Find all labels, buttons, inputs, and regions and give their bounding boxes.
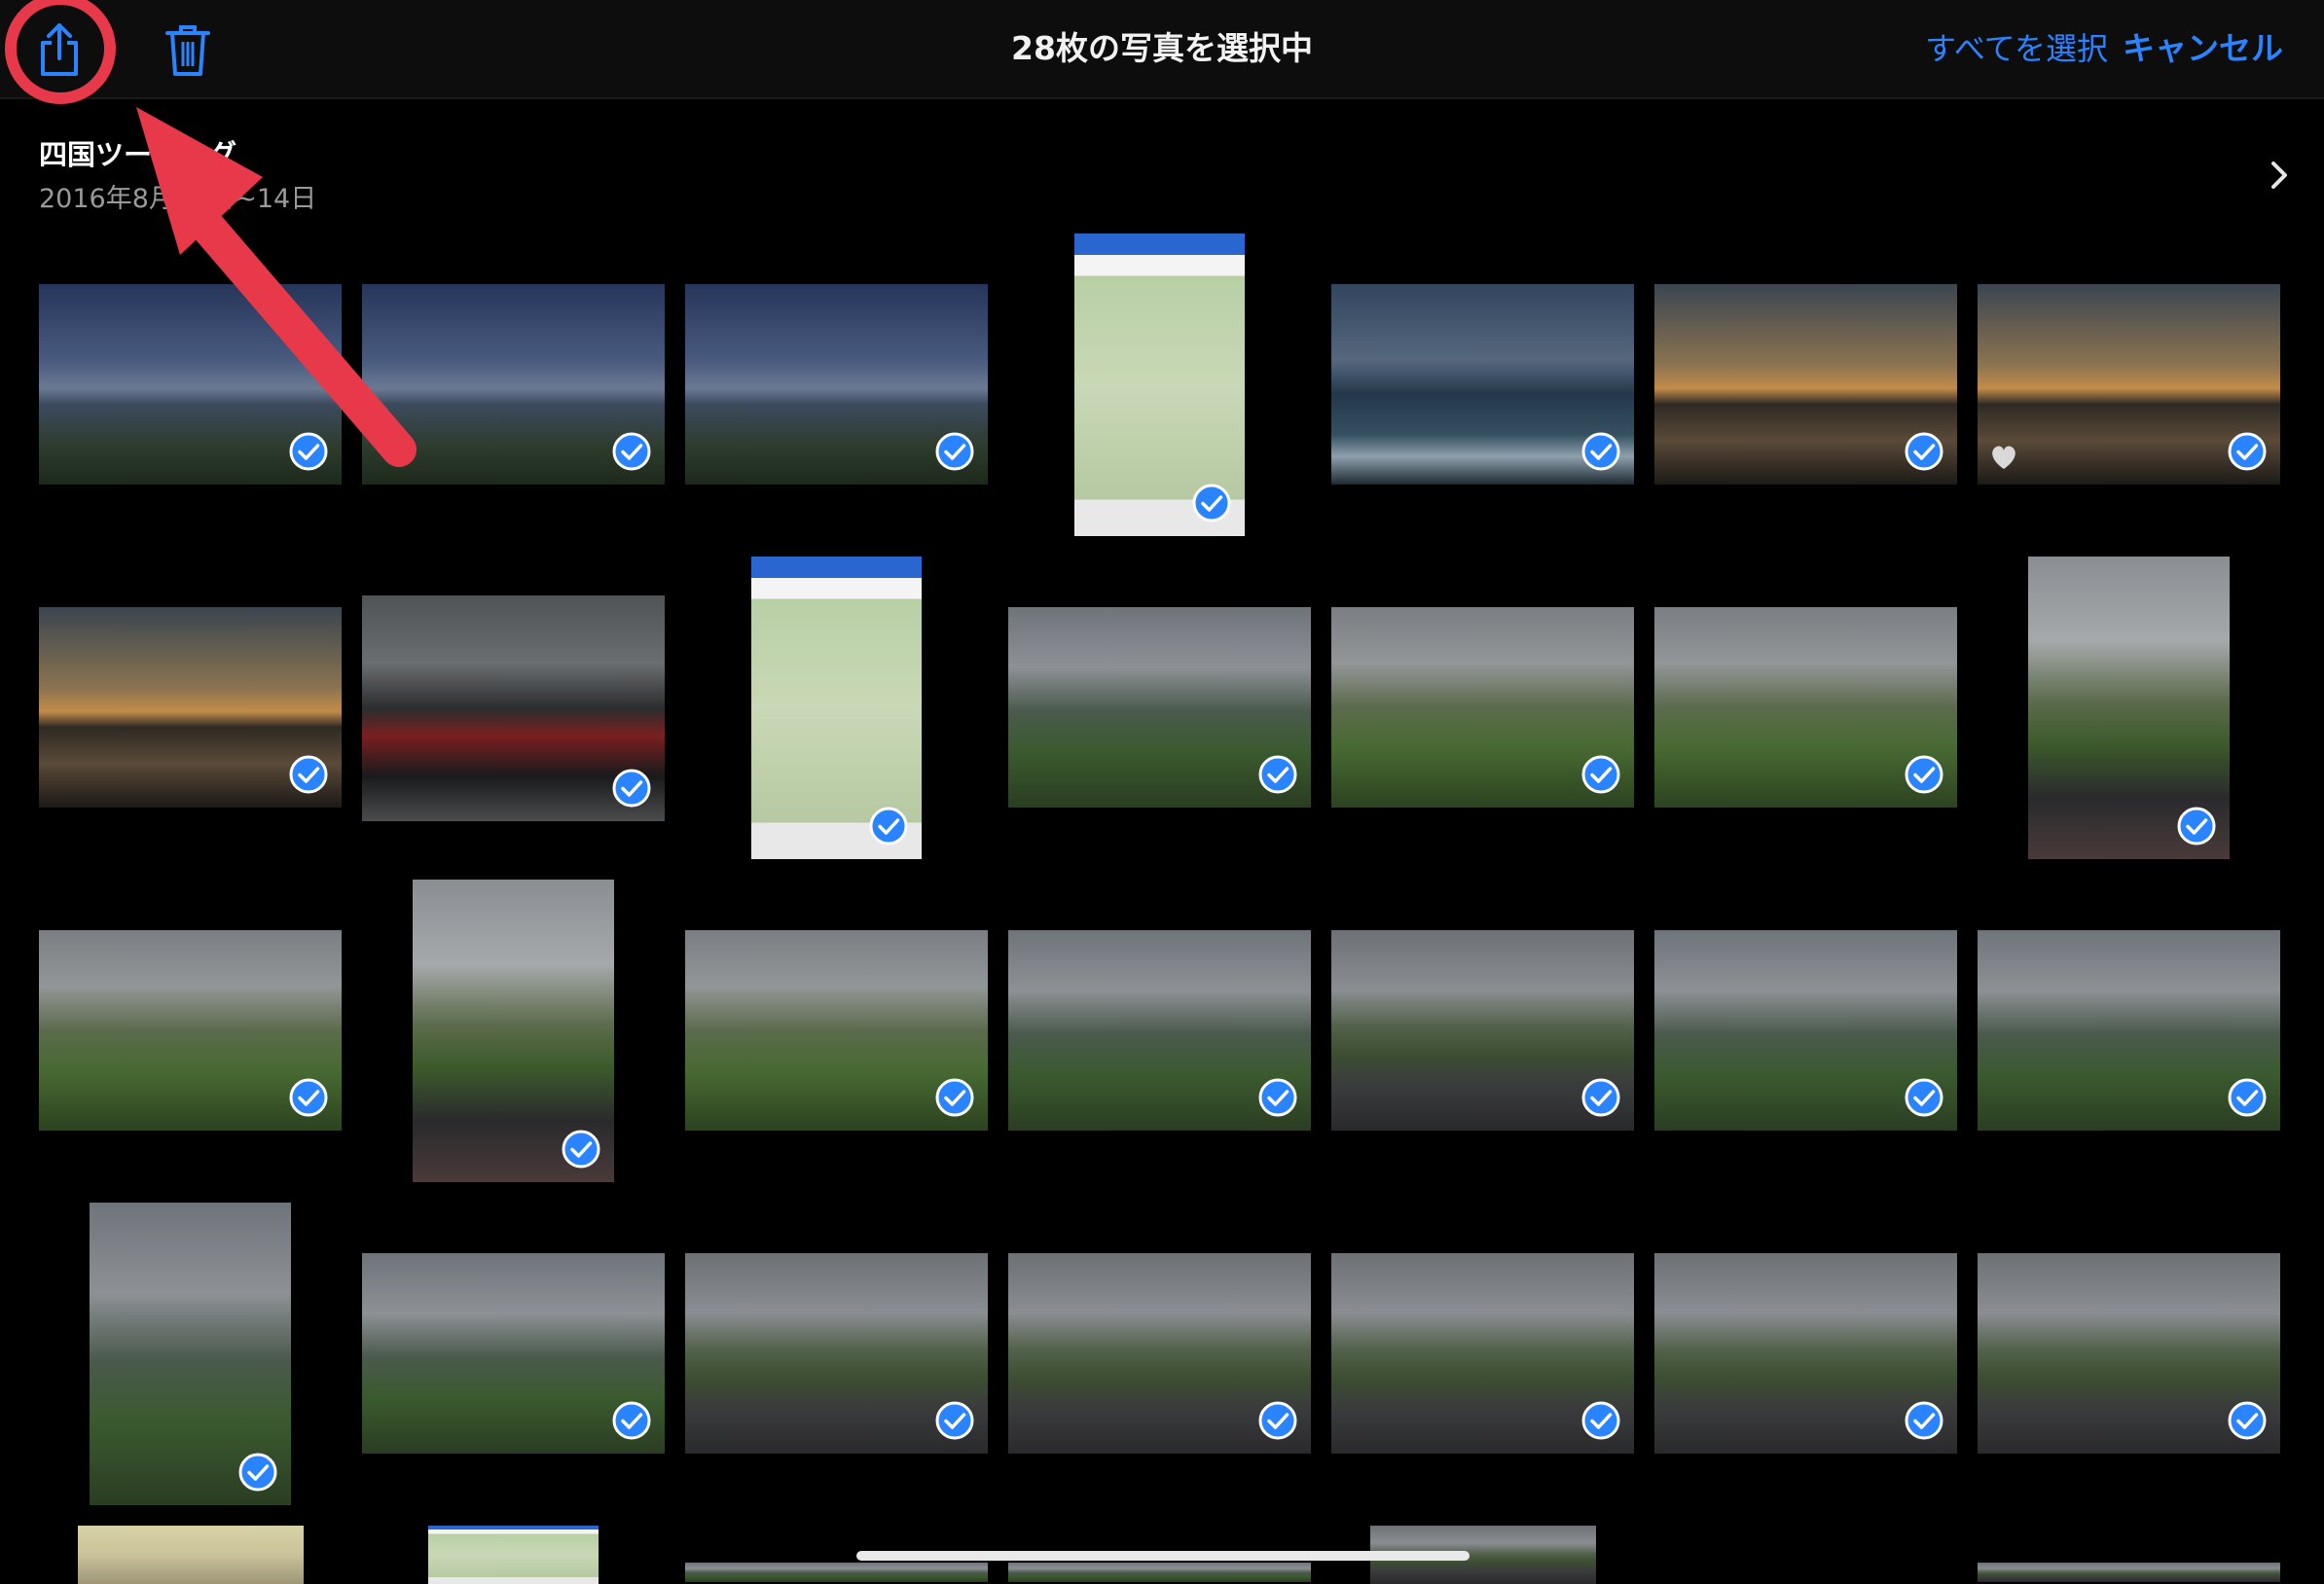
checkmark-icon (289, 432, 328, 471)
checkmark-icon (1905, 1401, 1943, 1440)
checkmark-icon (289, 1078, 328, 1117)
checkmark-icon (2228, 1078, 2267, 1117)
album-title: 四国ツーリング (39, 138, 237, 171)
top-bar: 28枚の写真を選択中 すべてを選択 キャンセル (0, 0, 2324, 99)
cancel-button[interactable]: キャンセル (2123, 0, 2283, 97)
checkmark-icon (1905, 1078, 1943, 1117)
checkmark-icon (612, 432, 651, 471)
photo-thumbnail[interactable] (685, 1563, 988, 1582)
checkmark-icon (2228, 1401, 2267, 1440)
delete-button[interactable] (154, 16, 222, 84)
checkmark-icon (238, 1453, 277, 1492)
album-disclosure-button[interactable] (2260, 156, 2299, 195)
checkmark-icon (1258, 1078, 1297, 1117)
checkmark-icon (2177, 807, 2216, 846)
checkmark-icon (1192, 484, 1231, 522)
trash-icon (154, 16, 222, 84)
photo-thumbnail[interactable] (78, 1526, 304, 1584)
checkmark-icon (612, 1401, 651, 1440)
checkmark-icon (935, 1078, 974, 1117)
home-indicator (856, 1551, 1470, 1561)
checkmark-icon (562, 1130, 600, 1169)
checkmark-icon (869, 807, 908, 846)
select-all-button[interactable]: すべてを選択 (1925, 0, 2108, 97)
checkmark-icon (289, 755, 328, 794)
album-date: 2016年8月13日~14日 (39, 184, 317, 214)
checkmark-icon (1905, 755, 1943, 794)
photo-thumbnail[interactable] (1008, 1563, 1311, 1582)
checkmark-icon (935, 1401, 974, 1440)
share-icon (25, 16, 93, 84)
checkmark-icon (1258, 755, 1297, 794)
share-button[interactable] (25, 16, 93, 84)
heart-icon (1987, 440, 2020, 473)
checkmark-icon (612, 769, 651, 808)
chevron-right-icon (2260, 156, 2299, 195)
photo-thumbnail[interactable] (1978, 1563, 2280, 1582)
checkmark-icon (935, 432, 974, 471)
checkmark-icon (1581, 1401, 1620, 1440)
photo-thumbnail[interactable] (428, 1526, 599, 1584)
checkmark-icon (1905, 432, 1943, 471)
checkmark-icon (1581, 1078, 1620, 1117)
checkmark-icon (1258, 1401, 1297, 1440)
checkmark-icon (1581, 755, 1620, 794)
checkmark-icon (1581, 432, 1620, 471)
checkmark-icon (2228, 432, 2267, 471)
